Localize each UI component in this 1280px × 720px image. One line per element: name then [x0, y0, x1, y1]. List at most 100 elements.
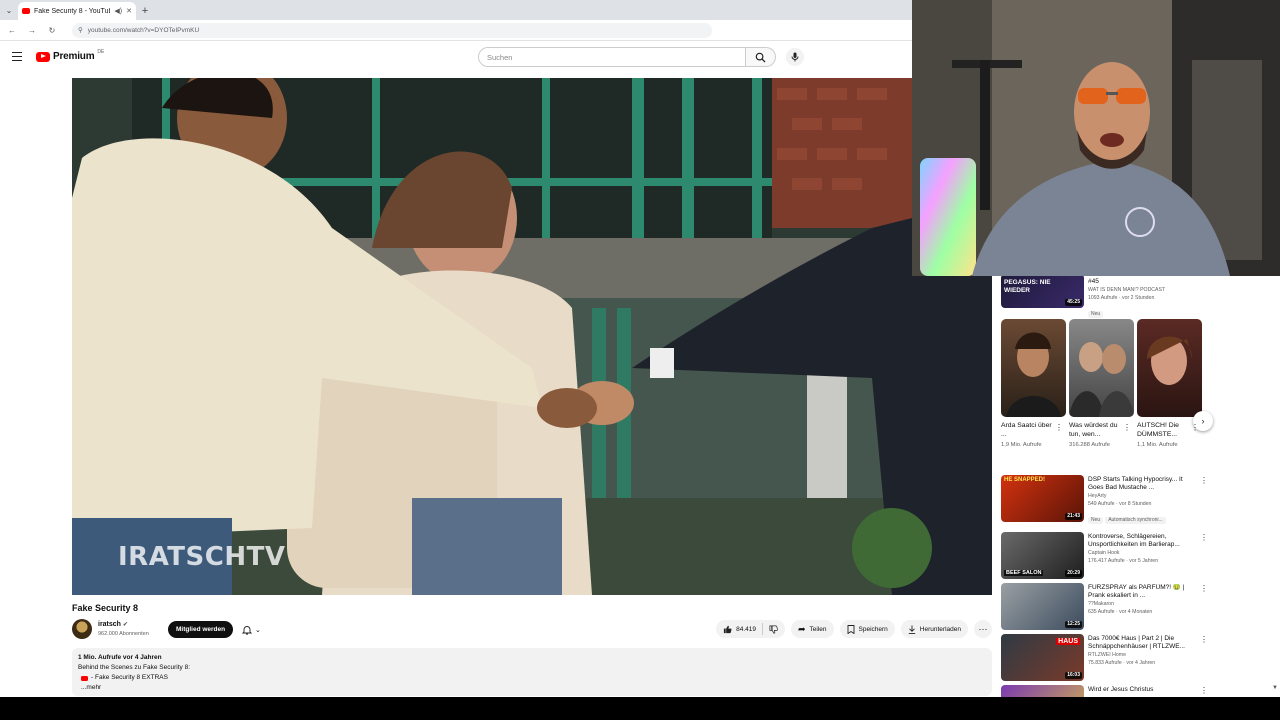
thumbnail-text: PEGASUS: NIE WIEDER	[1004, 279, 1051, 294]
more-options-icon[interactable]: ⋮	[1200, 476, 1208, 485]
reload-icon[interactable]: ↻	[46, 26, 58, 35]
video-title: Kontroverse, Schlägereien, Unsportlichke…	[1088, 533, 1180, 548]
video-title: Was ist DENN MAN!? Podcast #45	[1088, 276, 1176, 285]
save-button[interactable]: Speichern	[839, 620, 895, 638]
more-options-icon[interactable]: ⋮	[1200, 686, 1208, 695]
channel-avatar[interactable]	[72, 619, 92, 639]
description-link[interactable]: - Fake Security 8 EXTRAS	[78, 673, 986, 683]
short-thumbnail[interactable]	[1069, 319, 1134, 417]
video-thumbnail[interactable]: BEEF SALON 20:29	[1001, 532, 1084, 579]
related-video[interactable]: 12:25 FURZSPRAY als PARFÜM?! 🤢 | Prank e…	[1001, 583, 1208, 633]
share-button[interactable]: ➦ Teilen	[790, 620, 834, 638]
new-tab-button[interactable]: +	[136, 2, 154, 20]
short-thumbnail[interactable]	[1137, 319, 1202, 417]
video-thumbnail[interactable]: 12:25	[1001, 583, 1084, 630]
video-thumbnail[interactable]: PEGASUS: NIE WIEDER 45:25	[1001, 276, 1084, 308]
save-label: Speichern	[858, 625, 888, 633]
search-input[interactable]: Suchen	[478, 47, 746, 67]
screen: ⌄ Fake Security 8 - YouTube ◀︎) ✕ + ← → …	[0, 0, 1280, 720]
video-duration: 45:25	[1065, 299, 1082, 306]
address-bar[interactable]: ⚲ youtube.com/watch?v=DYOTeIPvmKU	[72, 22, 712, 38]
logo-text: Premium	[53, 51, 95, 62]
description-box[interactable]: 1 Mio. Aufrufe vor 4 Jahren Behind the S…	[72, 648, 992, 696]
download-icon	[908, 625, 915, 634]
search-icon	[755, 52, 766, 63]
chevron-right-icon: ›	[1201, 416, 1205, 426]
notification-bell-button[interactable]: ⌄	[242, 622, 268, 637]
more-options-icon[interactable]: ⋮	[1200, 533, 1208, 542]
speaker-icon[interactable]: ◀︎)	[114, 7, 122, 15]
related-video[interactable]: HE SNAPPED! 21:43 DSP Starts Talking Hyp…	[1001, 475, 1208, 525]
share-icon: ➦	[797, 623, 806, 634]
tab-close-icon[interactable]: ✕	[126, 7, 132, 15]
like-button[interactable]: 84.419	[723, 625, 756, 634]
browser-tab[interactable]: Fake Security 8 - YouTube ◀︎) ✕	[18, 2, 136, 20]
short-title: Arda Saatci über ...	[1001, 422, 1052, 438]
video-stats: 635 Aufrufe · vor 4 Monaten	[1088, 609, 1153, 615]
like-divider	[761, 623, 763, 635]
browser-toolbar: ← → ↻ ⚲ youtube.com/watch?v=DYOTeIPvmKU	[0, 20, 912, 41]
thumbs-down-icon[interactable]	[769, 625, 778, 634]
auto-dub-badge: Automatisch synchroni...	[1105, 517, 1166, 524]
related-video[interactable]: Wird er Jesus Christus ⋮	[1001, 685, 1208, 697]
short-image	[1006, 332, 1061, 417]
more-options-icon[interactable]: ⋮	[1200, 584, 1208, 593]
video-duration: 21:43	[1065, 513, 1082, 520]
video-thumbnail[interactable]: HE SNAPPED! 21:43	[1001, 475, 1084, 522]
tab-search-icon[interactable]: ⌄	[0, 0, 18, 20]
more-options-icon[interactable]: ⋮	[1191, 423, 1199, 432]
search-button[interactable]	[746, 47, 776, 67]
verified-icon: ✔	[122, 622, 128, 628]
scroll-down-arrow[interactable]: ▼	[1272, 685, 1278, 691]
thumbnail-text: BEEF SALON	[1004, 570, 1044, 576]
chevron-down-icon: ⌄	[255, 626, 261, 634]
site-info-icon[interactable]: ⚲	[78, 26, 83, 34]
new-badge: Neu	[1088, 517, 1104, 524]
video-thumbnail[interactable]	[1001, 685, 1084, 697]
video-channel: ??Makaron	[1088, 601, 1114, 607]
new-badge: Neu	[1088, 311, 1104, 318]
more-options-icon[interactable]: ⋮	[1123, 423, 1131, 432]
video-meta: 1 Mio. Aufrufe vor 4 Jahren	[78, 654, 162, 661]
microphone-icon	[791, 52, 799, 62]
join-button[interactable]: Mitglied werden	[168, 621, 234, 638]
video-player[interactable]: IRATSCHTV	[72, 78, 992, 595]
related-video[interactable]: BEEF SALON 20:29 Kontroverse, Schlägerei…	[1001, 532, 1208, 582]
bell-icon	[242, 625, 252, 635]
video-thumbnail[interactable]: HAUS 16:03	[1001, 634, 1084, 681]
channel-name[interactable]: iratsch ✔	[98, 621, 128, 628]
webcam-frame	[912, 0, 1280, 276]
video-channel: Captain Hook	[1088, 550, 1120, 556]
video-watermark: IRATSCHTV	[118, 542, 286, 572]
related-video[interactable]: PEGASUS: NIE WIEDER 45:25 Was ist DENN M…	[1001, 276, 1191, 324]
video-info: Was ist DENN MAN!? Podcast #45 WAT IS DE…	[1088, 276, 1188, 320]
video-info: FURZSPRAY als PARFÜM?! 🤢 | Prank eskalie…	[1088, 584, 1188, 616]
short-thumbnail[interactable]	[1001, 319, 1066, 417]
webcam-overlay	[912, 0, 1280, 276]
youtube-play-icon	[36, 51, 50, 62]
bottom-letterbox	[0, 697, 1280, 720]
download-label: Herunterladen	[919, 625, 961, 633]
more-options-icon[interactable]: ⋮	[1055, 423, 1063, 432]
search-placeholder: Suchen	[487, 52, 513, 62]
related-video[interactable]: HAUS 16:03 Das 7000€ Haus | Part 2 | Die…	[1001, 634, 1208, 684]
more-options-icon[interactable]: ⋮	[1200, 635, 1208, 644]
menu-icon[interactable]	[12, 52, 22, 61]
short-info: Arda Saatci über ... 1,9 Mio. Aufrufe	[1001, 421, 1056, 449]
download-button[interactable]: Herunterladen	[900, 620, 968, 638]
show-more-link[interactable]: ...mehr	[78, 683, 986, 693]
video-channel: WAT IS DENN MAN!? PODCAST	[1088, 287, 1166, 293]
video-stats: 176.417 Aufrufe · vor 5 Jahren	[1088, 558, 1159, 564]
logo-region: DE	[97, 49, 105, 55]
forward-icon[interactable]: →	[26, 26, 38, 35]
video-info: Das 7000€ Haus | Part 2 | Die Schnäppche…	[1088, 635, 1188, 667]
thumbnail-text: HE SNAPPED!	[1004, 477, 1046, 483]
thumbnail-text: HAUS	[1056, 638, 1080, 645]
like-dislike-group: 84.419	[716, 620, 785, 638]
youtube-premium-logo[interactable]: Premium DE	[36, 49, 105, 62]
browser-tabbar: ⌄ Fake Security 8 - YouTube ◀︎) ✕ +	[0, 0, 912, 20]
voice-search-button[interactable]	[786, 48, 804, 66]
short-title: Was würdest du tun, wen...	[1069, 422, 1118, 438]
back-icon[interactable]: ←	[6, 26, 18, 35]
more-actions-button[interactable]: ⋯	[974, 620, 992, 638]
